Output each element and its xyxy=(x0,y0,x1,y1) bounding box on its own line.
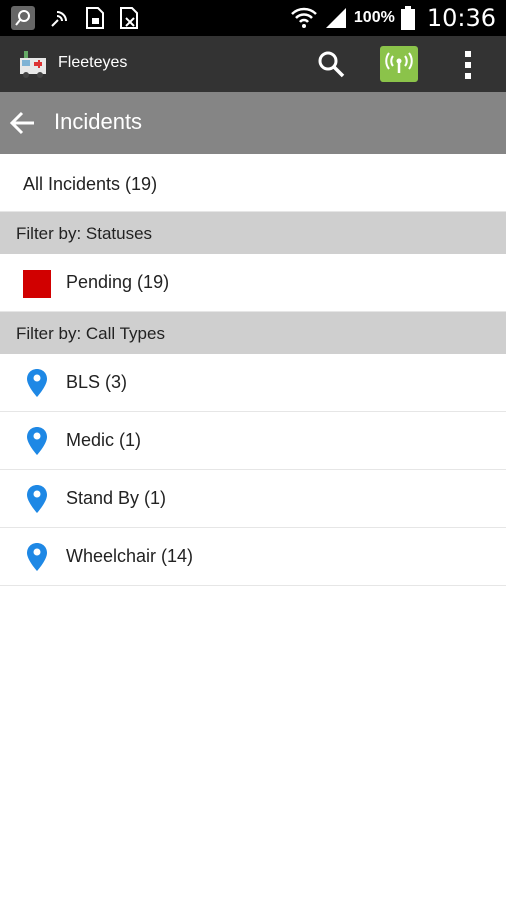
app-name: Fleeteyes xyxy=(58,54,128,71)
map-pin-icon xyxy=(27,369,47,397)
section-header-label: Filter by: Call Types xyxy=(16,324,165,343)
section-header-label: Filter by: Statuses xyxy=(16,224,153,243)
cell-signal-icon xyxy=(325,8,346,28)
fleeteyes-logo-icon xyxy=(20,51,46,78)
search-icon[interactable] xyxy=(314,48,348,80)
nfc-icon xyxy=(51,11,67,27)
map-pin-icon xyxy=(27,543,47,571)
list-item-call-type-stand-by[interactable]: Stand By (1) xyxy=(0,470,506,528)
antenna-icon xyxy=(385,52,413,73)
search-notification-icon xyxy=(11,6,35,30)
title-bar: Incidents xyxy=(0,92,506,154)
list-item-all-incidents[interactable]: All Incidents (19) xyxy=(0,154,506,212)
clock: 10:36 xyxy=(426,4,496,32)
sim-card-icon xyxy=(86,7,104,29)
wifi-icon xyxy=(291,7,317,28)
signal-status-button[interactable] xyxy=(380,46,418,82)
battery-icon xyxy=(400,6,415,30)
back-arrow-icon[interactable] xyxy=(8,108,38,138)
list-item-label: Wheelchair (14) xyxy=(66,546,194,566)
overflow-menu-icon[interactable] xyxy=(456,48,480,82)
list-item-call-type-bls[interactable]: BLS (3) xyxy=(0,354,506,412)
list-item-call-type-wheelchair[interactable]: Wheelchair (14) xyxy=(0,528,506,586)
list-item-label: BLS (3) xyxy=(66,372,128,392)
status-color-swatch xyxy=(23,270,51,298)
map-pin-icon xyxy=(27,427,47,455)
section-header-call-types: Filter by: Call Types xyxy=(0,312,506,354)
status-bar: 100% 10:36 xyxy=(0,0,506,36)
no-sim-icon xyxy=(120,7,138,29)
page-title: Incidents xyxy=(54,109,143,134)
map-pin-icon xyxy=(27,485,47,513)
incident-filter-list: All Incidents (19) Filter by: Statuses P… xyxy=(0,154,506,586)
list-item-label: Medic (1) xyxy=(66,430,142,450)
app-bar: Fleeteyes xyxy=(0,36,506,92)
battery-percent: 100% xyxy=(353,9,395,26)
section-header-statuses: Filter by: Statuses xyxy=(0,212,506,254)
list-item-status-pending[interactable]: Pending (19) xyxy=(0,254,506,312)
list-item-call-type-medic[interactable]: Medic (1) xyxy=(0,412,506,470)
list-item-label: All Incidents (19) xyxy=(23,174,158,194)
list-item-label: Stand By (1) xyxy=(66,488,167,508)
list-item-label: Pending (19) xyxy=(66,272,170,292)
